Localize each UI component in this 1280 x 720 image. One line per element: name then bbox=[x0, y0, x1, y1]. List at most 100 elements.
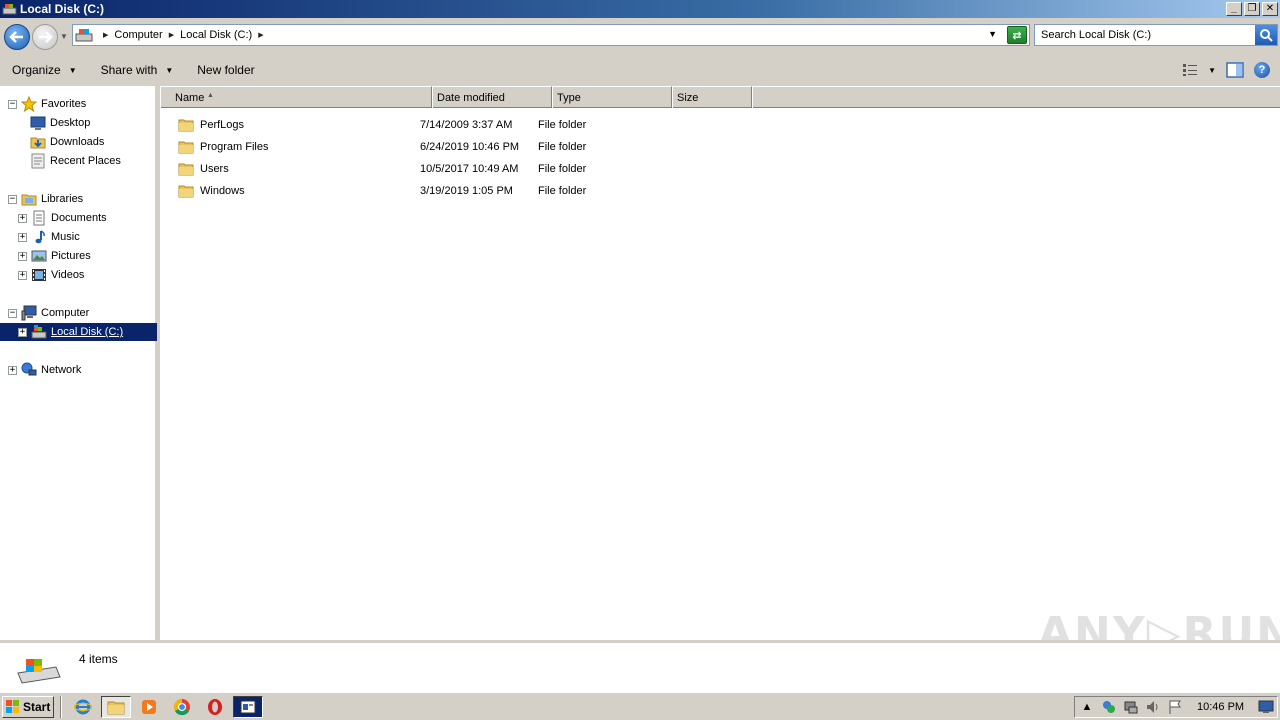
show-hidden-icons-icon[interactable]: ▲ bbox=[1079, 699, 1095, 715]
refresh-icon: ⇄ bbox=[1012, 29, 1022, 42]
sidebar-label: Documents bbox=[51, 212, 107, 224]
crumb-separator[interactable]: ▶ bbox=[258, 31, 263, 39]
taskbar-media-player[interactable] bbox=[134, 696, 164, 718]
close-button[interactable]: ✕ bbox=[1262, 2, 1278, 16]
chrome-icon bbox=[173, 698, 190, 715]
collapse-icon[interactable]: − bbox=[8, 99, 17, 109]
organize-button[interactable]: Organize ▼ bbox=[0, 54, 89, 86]
application-icon bbox=[240, 700, 256, 713]
windows-logo-icon bbox=[6, 699, 19, 713]
table-row[interactable]: Program Files 6/24/2019 10:46 PM File fo… bbox=[160, 136, 658, 158]
expand-icon[interactable]: + bbox=[18, 232, 27, 242]
sidebar-label: Videos bbox=[51, 269, 85, 281]
expand-icon[interactable]: + bbox=[18, 270, 27, 280]
file-type: File folder bbox=[538, 119, 587, 131]
volume-icon[interactable] bbox=[1145, 699, 1161, 715]
collapse-icon[interactable]: − bbox=[8, 308, 17, 318]
taskbar-internet-explorer[interactable] bbox=[68, 696, 98, 718]
table-row[interactable]: Windows 3/19/2019 1:05 PM File folder bbox=[160, 180, 658, 202]
chevron-down-icon: ▼ bbox=[68, 65, 77, 75]
sidebar-item-computer[interactable]: − Computer bbox=[8, 304, 89, 322]
title-bar[interactable]: Local Disk (C:) _ ❐ ✕ bbox=[0, 0, 1280, 18]
column-label: Type bbox=[557, 91, 581, 104]
action-center-icon[interactable] bbox=[1123, 699, 1139, 715]
view-dropdown-icon[interactable]: ▼ bbox=[1208, 66, 1216, 75]
taskbar-opera[interactable] bbox=[200, 696, 230, 718]
show-desktop-icon[interactable] bbox=[1258, 699, 1274, 715]
table-row[interactable]: PerfLogs 7/14/2009 3:37 AM File folder bbox=[160, 114, 658, 136]
preview-pane-icon[interactable] bbox=[1226, 62, 1244, 78]
change-view-icon[interactable] bbox=[1182, 63, 1198, 77]
star-icon bbox=[21, 96, 37, 112]
file-list-pane[interactable]: Name ▲ Date modified Type Size PerfLogs … bbox=[160, 86, 1280, 640]
chevron-down-icon: ▼ bbox=[165, 65, 174, 75]
file-date: 7/14/2009 3:37 AM bbox=[420, 119, 513, 131]
file-type: File folder bbox=[538, 185, 587, 197]
back-button[interactable] bbox=[4, 24, 30, 50]
expand-icon[interactable]: + bbox=[8, 365, 17, 375]
clock[interactable]: 10:46 PM bbox=[1197, 701, 1244, 713]
new-folder-button[interactable]: New folder bbox=[185, 54, 266, 86]
drive-icon bbox=[2, 4, 17, 15]
search-button[interactable] bbox=[1255, 25, 1277, 45]
sidebar-item-recent-places[interactable]: Recent Places bbox=[30, 152, 121, 170]
expand-icon[interactable]: + bbox=[18, 213, 27, 223]
libraries-icon bbox=[21, 194, 37, 206]
sidebar-item-downloads[interactable]: Downloads bbox=[30, 133, 104, 151]
folder-icon bbox=[178, 163, 194, 176]
file-name: Program Files bbox=[200, 141, 269, 153]
column-header-size[interactable]: Size bbox=[672, 86, 752, 108]
restore-button[interactable]: ❐ bbox=[1244, 2, 1260, 16]
sidebar-item-libraries[interactable]: − Libraries bbox=[8, 190, 83, 208]
sidebar-item-desktop[interactable]: Desktop bbox=[30, 114, 90, 132]
help-icon[interactable]: ? bbox=[1254, 62, 1270, 78]
sidebar-item-local-disk[interactable]: + Local Disk (C:) bbox=[0, 323, 157, 341]
sidebar-label: Computer bbox=[41, 307, 90, 319]
sidebar-label: Pictures bbox=[51, 250, 91, 262]
computer-icon bbox=[21, 305, 37, 321]
minimize-button[interactable]: _ bbox=[1226, 2, 1242, 16]
crumb-separator[interactable]: ▶ bbox=[169, 31, 174, 39]
sidebar-item-pictures[interactable]: + Pictures bbox=[18, 247, 91, 265]
history-dropdown-icon[interactable]: ▼ bbox=[60, 32, 68, 41]
table-row[interactable]: Users 10/5/2017 10:49 AM File folder bbox=[160, 158, 658, 180]
sidebar-item-documents[interactable]: + Documents bbox=[18, 209, 107, 227]
address-bar[interactable]: ▶ Computer ▶ Local Disk (C:) ▶ ▼ ⇄ bbox=[72, 24, 1030, 46]
share-with-button[interactable]: Share with ▼ bbox=[89, 54, 186, 86]
forward-button[interactable] bbox=[32, 24, 58, 50]
crumb-local-disk[interactable]: Local Disk (C:) bbox=[180, 29, 252, 41]
sidebar-item-music[interactable]: + Music bbox=[18, 228, 80, 246]
taskbar-app[interactable] bbox=[233, 695, 263, 718]
navigation-pane: − Favorites Desktop Downloads Recent Pla… bbox=[0, 86, 158, 640]
taskbar-chrome[interactable] bbox=[167, 696, 197, 718]
folder-icon bbox=[178, 141, 194, 154]
internet-explorer-icon bbox=[74, 699, 92, 714]
file-type: File folder bbox=[538, 163, 587, 175]
crumb-computer[interactable]: Computer bbox=[114, 29, 162, 41]
sidebar-label: Libraries bbox=[41, 193, 84, 205]
column-headers: Name ▲ Date modified Type Size bbox=[160, 86, 1280, 108]
collapse-icon[interactable]: − bbox=[8, 194, 17, 204]
expand-icon[interactable]: + bbox=[18, 251, 27, 261]
search-box[interactable] bbox=[1034, 24, 1278, 46]
sidebar-label: Recent Places bbox=[50, 155, 121, 167]
network-status-icon[interactable] bbox=[1101, 699, 1117, 715]
file-date: 3/19/2019 1:05 PM bbox=[420, 185, 513, 197]
flag-icon[interactable] bbox=[1167, 699, 1183, 715]
column-label: Name bbox=[175, 91, 205, 104]
sidebar-label: Music bbox=[51, 231, 80, 243]
sidebar-item-favorites[interactable]: − Favorites bbox=[8, 95, 86, 113]
taskbar-explorer[interactable] bbox=[101, 695, 131, 718]
sidebar-item-videos[interactable]: + Videos bbox=[18, 266, 84, 284]
column-header-name[interactable]: Name ▲ bbox=[160, 86, 432, 108]
address-dropdown-icon[interactable]: ▼ bbox=[988, 29, 997, 39]
column-header-date-modified[interactable]: Date modified bbox=[432, 86, 552, 108]
crumb-separator[interactable]: ▶ bbox=[103, 31, 108, 39]
search-input[interactable] bbox=[1035, 26, 1255, 44]
sidebar-label: Downloads bbox=[50, 136, 105, 148]
expand-icon[interactable]: + bbox=[18, 327, 27, 337]
column-header-type[interactable]: Type bbox=[552, 86, 672, 108]
start-button[interactable]: Start bbox=[2, 695, 54, 718]
sidebar-item-network[interactable]: + Network bbox=[8, 361, 81, 379]
refresh-button[interactable]: ⇄ bbox=[1007, 26, 1027, 44]
